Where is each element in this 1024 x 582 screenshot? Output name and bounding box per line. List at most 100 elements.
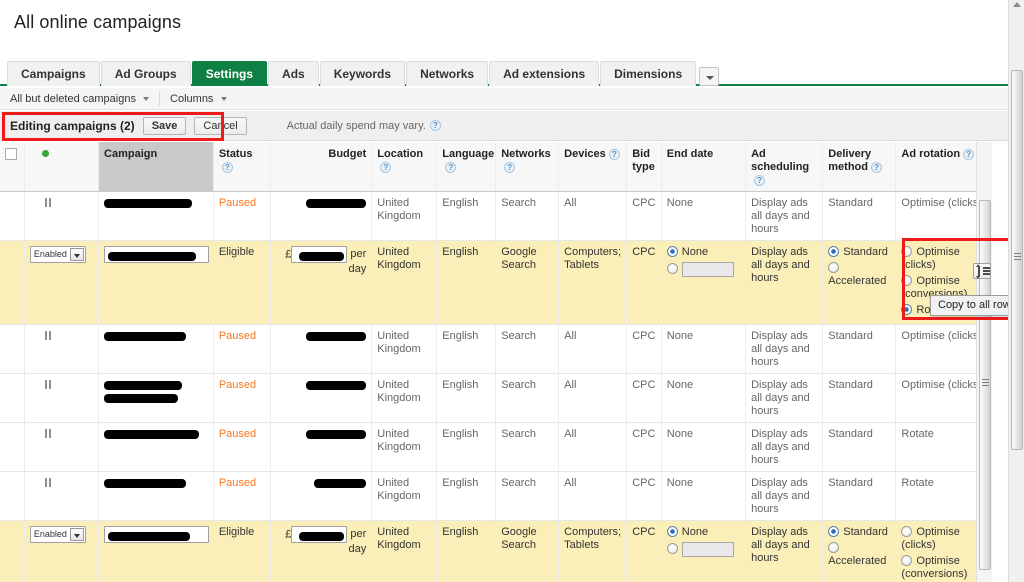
row-end-date-cell[interactable]: None: [661, 325, 745, 374]
help-icon[interactable]: ?: [963, 149, 974, 160]
chevron-down-icon[interactable]: [70, 248, 84, 261]
row-language-cell[interactable]: English: [437, 374, 496, 423]
row-checkbox-cell[interactable]: [0, 374, 24, 423]
campaign-name-input[interactable]: [104, 526, 209, 543]
rotation-optimise-clicks-option[interactable]: Optimise (clicks): [901, 526, 986, 552]
column-header-networks[interactable]: Networks?: [496, 142, 559, 192]
column-header-end-date[interactable]: End date: [661, 142, 745, 192]
campaign-name-input[interactable]: [104, 246, 209, 263]
row-end-date-cell[interactable]: None: [661, 241, 745, 325]
row-devices-cell[interactable]: All: [559, 325, 627, 374]
row-devices-cell[interactable]: Computers; Tablets: [559, 521, 627, 582]
help-icon[interactable]: ?: [222, 162, 233, 173]
table-row[interactable]: EnabledEligible£per dayUnited KingdomEng…: [0, 241, 992, 325]
row-checkbox-cell[interactable]: [0, 192, 24, 241]
rotation-optimise-clicks-radio[interactable]: [901, 526, 912, 537]
row-language-cell[interactable]: English: [437, 521, 496, 582]
row-checkbox-cell[interactable]: [0, 325, 24, 374]
row-campaign-cell[interactable]: [99, 521, 214, 582]
row-bid-type-cell[interactable]: CPC: [627, 241, 662, 325]
row-budget-cell[interactable]: [270, 192, 372, 241]
budget-input[interactable]: [291, 526, 347, 543]
row-bid-type-cell[interactable]: CPC: [627, 325, 662, 374]
row-budget-cell[interactable]: [270, 325, 372, 374]
row-bid-type-cell[interactable]: CPC: [627, 192, 662, 241]
tab-campaigns[interactable]: Campaigns: [7, 61, 100, 86]
row-ad-scheduling-cell[interactable]: Display ads all days and hours: [746, 325, 823, 374]
row-networks-cell[interactable]: Search: [496, 374, 559, 423]
delivery-accelerated-radio[interactable]: [828, 262, 839, 273]
row-delivery-method-cell[interactable]: Standard: [823, 423, 896, 472]
rotation-optimise-clicks-radio[interactable]: [901, 246, 912, 257]
row-bid-type-cell[interactable]: CPC: [627, 521, 662, 582]
copy-to-all-rows-button[interactable]: [973, 263, 991, 279]
column-header-state[interactable]: [24, 142, 98, 192]
help-icon[interactable]: ?: [609, 149, 620, 160]
end-date-none-radio[interactable]: [667, 526, 678, 537]
table-row[interactable]: EnabledEligible£per dayUnited KingdomEng…: [0, 521, 992, 582]
table-scrollbar-thumb[interactable]: [979, 200, 991, 570]
help-icon[interactable]: ?: [754, 175, 765, 186]
row-location-cell[interactable]: United Kingdom: [372, 374, 437, 423]
row-devices-cell[interactable]: All: [559, 423, 627, 472]
help-icon[interactable]: ?: [445, 162, 456, 173]
rotation-optimise-conversions-radio[interactable]: [901, 275, 912, 286]
end-date-input[interactable]: [682, 542, 734, 557]
delivery-standard-option[interactable]: Standard: [828, 246, 890, 259]
row-networks-cell[interactable]: Search: [496, 423, 559, 472]
row-delivery-method-cell[interactable]: StandardAccelerated: [823, 521, 896, 582]
delivery-accelerated-radio[interactable]: [828, 542, 839, 553]
row-end-date-cell[interactable]: None: [661, 374, 745, 423]
row-location-cell[interactable]: United Kingdom: [372, 521, 437, 582]
row-devices-cell[interactable]: Computers; Tablets: [559, 241, 627, 325]
delivery-standard-radio[interactable]: [828, 526, 839, 537]
row-end-date-cell[interactable]: None: [661, 192, 745, 241]
row-networks-cell[interactable]: Search: [496, 472, 559, 521]
column-header-location[interactable]: Location?: [372, 142, 437, 192]
table-vertical-scrollbar[interactable]: [976, 142, 992, 582]
column-header-devices[interactable]: Devices?: [559, 142, 627, 192]
column-header-campaign[interactable]: Campaign: [99, 142, 214, 192]
tab-networks[interactable]: Networks: [406, 61, 488, 86]
tab-dimensions[interactable]: Dimensions: [600, 61, 696, 86]
row-networks-cell[interactable]: Google Search: [496, 241, 559, 325]
row-delivery-method-cell[interactable]: Standard: [823, 472, 896, 521]
row-campaign-cell[interactable]: [99, 374, 214, 423]
row-location-cell[interactable]: United Kingdom: [372, 325, 437, 374]
browser-vertical-scrollbar[interactable]: [1008, 0, 1024, 582]
row-language-cell[interactable]: English: [437, 423, 496, 472]
row-campaign-cell[interactable]: [99, 423, 214, 472]
chevron-down-icon[interactable]: [70, 528, 84, 541]
pause-icon[interactable]: [44, 331, 52, 340]
help-icon[interactable]: ?: [430, 120, 441, 131]
tab-ad-extensions[interactable]: Ad extensions: [489, 61, 599, 86]
end-date-none-option[interactable]: None: [667, 526, 740, 539]
tab-ad-groups[interactable]: Ad Groups: [101, 61, 191, 86]
row-state-cell[interactable]: [24, 423, 98, 472]
tab-ads[interactable]: Ads: [268, 61, 319, 86]
row-bid-type-cell[interactable]: CPC: [627, 423, 662, 472]
row-delivery-method-cell[interactable]: Standard Accelerated: [823, 241, 896, 325]
row-language-cell[interactable]: English: [437, 192, 496, 241]
row-ad-scheduling-cell[interactable]: Display ads all days and hours: [746, 374, 823, 423]
row-language-cell[interactable]: English: [437, 325, 496, 374]
row-language-cell[interactable]: English: [437, 241, 496, 325]
end-date-custom-option[interactable]: [667, 542, 740, 557]
row-campaign-cell[interactable]: [99, 241, 214, 325]
scroll-up-arrow-icon[interactable]: [1013, 2, 1021, 7]
budget-input[interactable]: [291, 246, 347, 263]
pause-icon[interactable]: [44, 478, 52, 487]
row-budget-cell[interactable]: [270, 423, 372, 472]
row-location-cell[interactable]: United Kingdom: [372, 423, 437, 472]
rotation-rotate-radio[interactable]: [901, 304, 912, 315]
table-row[interactable]: PausedUnited KingdomEnglishSearchAllCPCN…: [0, 374, 992, 423]
row-ad-scheduling-cell[interactable]: Display ads all days and hours: [746, 472, 823, 521]
tab-keywords[interactable]: Keywords: [320, 61, 405, 86]
row-bid-type-cell[interactable]: CPC: [627, 374, 662, 423]
end-date-none-option[interactable]: None: [667, 246, 740, 259]
row-checkbox-cell[interactable]: [0, 423, 24, 472]
browser-scrollbar-thumb[interactable]: [1011, 70, 1023, 450]
delivery-accelerated-option[interactable]: Accelerated: [828, 262, 890, 288]
row-budget-cell[interactable]: £per day: [270, 521, 372, 582]
save-button[interactable]: Save: [143, 117, 187, 135]
